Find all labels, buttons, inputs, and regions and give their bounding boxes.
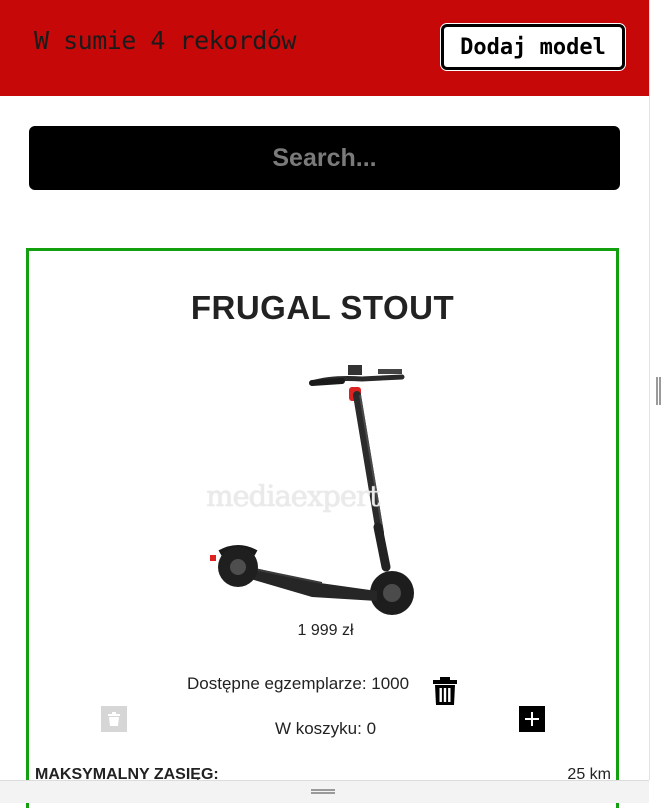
record-count-title: W sumie 4 rekordów [34, 26, 296, 55]
product-name: FRUGAL STOUT [190, 289, 455, 326]
available-count: Dostępne egzemplarze: 1000 [187, 674, 410, 693]
search-input[interactable] [29, 126, 620, 190]
scrollbar-grip-icon[interactable] [656, 377, 661, 405]
scrollbar-corner [649, 780, 670, 803]
resize-grip-icon[interactable] [311, 789, 335, 794]
image-watermark: mediaexpert [206, 479, 381, 513]
add-model-button[interactable]: Dodaj model [441, 24, 625, 70]
product-card: FRUGAL STOUT mediaexpert 1 999 zł Dostęp… [26, 248, 619, 808]
cart-count: W koszyku: 0 [274, 719, 377, 738]
product-price: 1 999 zł [297, 622, 354, 639]
header-bar: W sumie 4 rekordów Dodaj model [0, 0, 649, 96]
trash-icon[interactable] [432, 676, 458, 706]
